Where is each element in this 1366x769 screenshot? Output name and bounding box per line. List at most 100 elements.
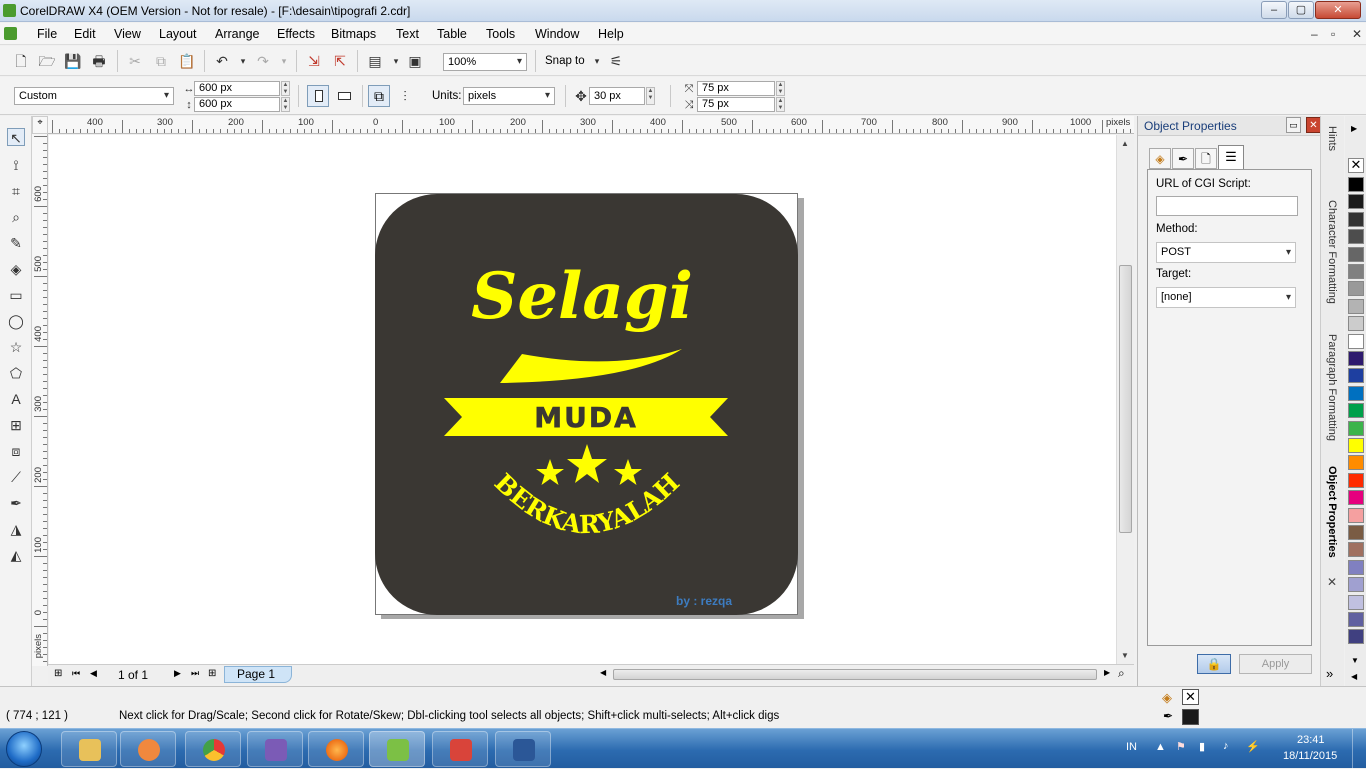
snap-to-button[interactable]: Snap to — [545, 55, 585, 67]
tab-character-formatting[interactable]: Character Formatting — [1326, 200, 1338, 304]
palette-swatch[interactable] — [1348, 455, 1364, 471]
no-color-swatch[interactable]: ✕ — [1348, 158, 1364, 173]
dup-x-spinner[interactable]: ▲ ▼ — [776, 81, 785, 96]
duplicate-distance-x-input[interactable]: 75 px — [697, 81, 775, 96]
welcome-screen-icon[interactable]: ▣ — [406, 52, 424, 70]
show-desktop-button[interactable] — [1352, 729, 1366, 769]
docker-minimize-icon[interactable]: ▭ — [1286, 117, 1301, 133]
no-fill-swatch[interactable]: ✕ — [1182, 689, 1199, 705]
undo-icon[interactable]: ↶ — [213, 52, 231, 70]
table-tool-icon[interactable]: ⊞ — [7, 416, 25, 434]
export-icon[interactable]: ⇱ — [331, 52, 349, 70]
menu-table[interactable]: Table — [437, 27, 467, 41]
palette-swatch[interactable] — [1348, 229, 1364, 245]
menu-window[interactable]: Window — [535, 27, 579, 41]
duplicate-distance-y-input[interactable]: 75 px — [697, 97, 775, 112]
add-page-before-icon[interactable]: ⊞ — [54, 668, 62, 679]
signal-icon[interactable]: ▮ — [1199, 740, 1205, 753]
palette-swatch[interactable] — [1348, 264, 1364, 279]
vertical-ruler[interactable]: 600 500 400 300 200 100 0 pixels — [32, 134, 48, 666]
taskbar-chrome[interactable] — [185, 731, 241, 767]
menu-bitmaps[interactable]: Bitmaps — [331, 27, 376, 41]
doc-close-icon[interactable]: ✕ — [1352, 27, 1362, 41]
target-select[interactable]: [none] — [1156, 287, 1296, 308]
palette-swatch[interactable] — [1348, 542, 1364, 558]
menu-layout[interactable]: Layout — [159, 27, 197, 41]
maximize-button[interactable]: ▢ — [1288, 1, 1314, 19]
minimize-button[interactable]: – — [1261, 1, 1287, 19]
palette-swatch[interactable] — [1348, 333, 1364, 349]
freehand-tool-icon[interactable]: ✎ — [7, 234, 25, 252]
vertical-scroll-thumb[interactable] — [1119, 265, 1132, 533]
tray-expand-icon[interactable]: ▲ — [1155, 741, 1166, 753]
redo-dropdown-icon[interactable]: ▾ — [275, 52, 293, 70]
polygon-tool-icon[interactable]: ☆ — [7, 338, 25, 356]
artwork-logo[interactable]: Selagi MUDA BERKARYALAH by : rezqa — [374, 193, 800, 617]
taskbar-visual-studio[interactable] — [247, 731, 303, 767]
scroll-right-icon[interactable]: ▶ — [1104, 668, 1110, 677]
nudge-spinner[interactable]: ▲ ▼ — [646, 87, 655, 105]
import-icon[interactable]: ⇲ — [305, 52, 323, 70]
taskbar-coreldraw[interactable] — [369, 731, 425, 767]
palette-swatch[interactable] — [1348, 472, 1364, 488]
pick-tool-icon[interactable]: ↖ — [7, 128, 25, 146]
next-page-icon[interactable]: ▶ — [174, 668, 181, 679]
page-height-input[interactable]: 600 px — [194, 97, 280, 112]
palette-swatch[interactable] — [1348, 559, 1364, 575]
units-select[interactable]: pixels — [463, 87, 555, 105]
close-button[interactable]: ✕ — [1315, 1, 1361, 19]
taskbar-word[interactable] — [495, 731, 551, 767]
palette-swatch[interactable] — [1348, 177, 1364, 192]
print-icon[interactable]: 🖶 — [90, 52, 108, 70]
paste-icon[interactable]: 📋 — [178, 52, 196, 70]
palette-swatch[interactable] — [1348, 525, 1364, 540]
tab-page-1[interactable]: Page 1 — [224, 666, 292, 683]
palette-swatch[interactable] — [1348, 211, 1364, 227]
doc-restore-icon[interactable]: ▫ — [1331, 27, 1335, 41]
palette-swatch[interactable] — [1348, 194, 1364, 210]
palette-swatch[interactable] — [1348, 629, 1364, 645]
tab-paragraph-formatting[interactable]: Paragraph Formatting — [1326, 334, 1338, 441]
application-launcher-icon[interactable]: ▤ — [366, 52, 384, 70]
general-tab-icon[interactable]: 🗋 — [1195, 148, 1217, 169]
text-tool-icon[interactable]: A — [7, 390, 25, 408]
menu-tools[interactable]: Tools — [486, 27, 515, 41]
menu-edit[interactable]: Edit — [74, 27, 96, 41]
volume-icon[interactable]: ♪ — [1223, 740, 1229, 752]
tab-object-properties[interactable]: Object Properties — [1326, 466, 1338, 558]
method-select[interactable]: POST — [1156, 242, 1296, 263]
palette-swatch[interactable] — [1348, 594, 1364, 610]
menu-view[interactable]: View — [114, 27, 141, 41]
palette-swatch[interactable] — [1348, 368, 1364, 384]
copy-icon[interactable]: ⧉ — [152, 52, 170, 70]
horizontal-scroll-thumb[interactable] — [613, 669, 1097, 680]
palette-swatch[interactable] — [1348, 351, 1364, 366]
palette-swatch[interactable] — [1348, 246, 1364, 262]
portrait-button[interactable] — [307, 85, 329, 107]
palette-expand-icon[interactable]: ◀ — [1351, 672, 1357, 681]
taskbar-corel-capture[interactable] — [432, 731, 488, 767]
ellipse-tool-icon[interactable]: ◯ — [7, 312, 25, 330]
menu-help[interactable]: Help — [598, 27, 624, 41]
ruler-origin-icon[interactable]: ⌖ — [32, 116, 48, 134]
basic-shapes-tool-icon[interactable]: ⬠ — [7, 364, 25, 382]
undo-dropdown-icon[interactable]: ▾ — [234, 52, 252, 70]
doc-minimize-icon[interactable]: – — [1311, 27, 1318, 41]
menu-effects[interactable]: Effects — [277, 27, 315, 41]
shape-tool-icon[interactable]: ⟟ — [7, 156, 25, 174]
new-icon[interactable]: 🗋 — [12, 52, 30, 70]
palette-swatch[interactable] — [1348, 298, 1364, 314]
docker-close-icon[interactable]: ✕ — [1306, 117, 1321, 133]
network-icon[interactable]: ⚑ — [1176, 740, 1186, 753]
palette-swatch[interactable] — [1348, 420, 1364, 436]
palette-swatch[interactable] — [1348, 490, 1364, 506]
url-input[interactable] — [1156, 196, 1298, 216]
eyedropper-tool-icon[interactable]: ⟋ — [7, 468, 25, 486]
zoom-tool-icon[interactable]: ⌕ — [7, 208, 25, 226]
lock-apply-icon[interactable]: 🔒 — [1197, 654, 1231, 674]
menu-arrange[interactable]: Arrange — [215, 27, 259, 41]
page-preset-select[interactable]: Custom — [14, 87, 174, 105]
docker-tabs-expand-icon[interactable]: » — [1326, 666, 1333, 681]
zoom-navigator-icon[interactable]: ⌕ — [1118, 666, 1125, 681]
outline-tab-icon[interactable]: ✒ — [1172, 148, 1194, 169]
